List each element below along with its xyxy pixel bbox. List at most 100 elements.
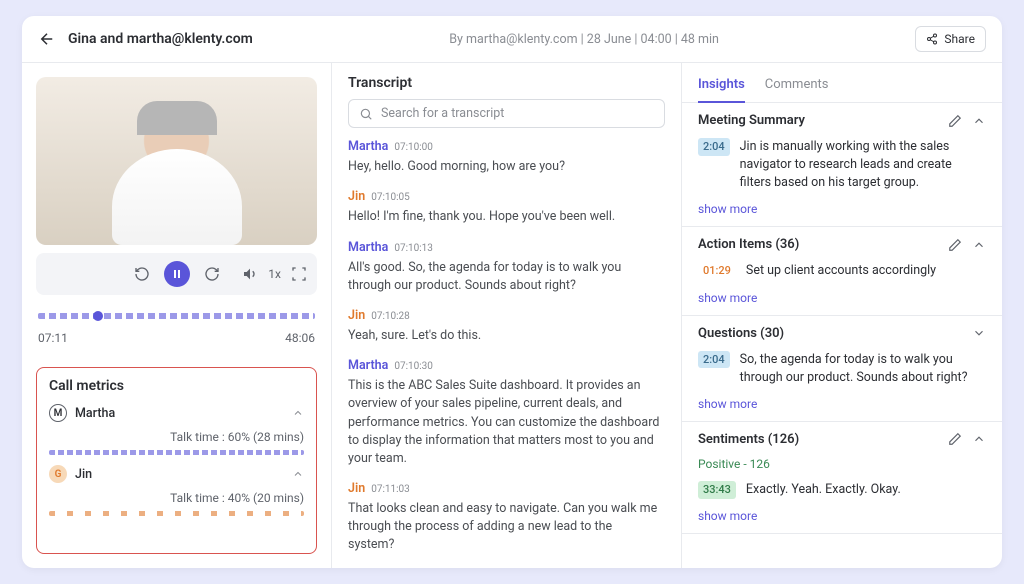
turn-text: This is the ABC Sales Suite dashboard. I… xyxy=(348,377,661,468)
turn-text: That looks clean and easy to navigate. C… xyxy=(348,500,661,554)
search-icon xyxy=(359,107,373,121)
tab-insights[interactable]: Insights xyxy=(698,71,745,102)
tab-comments[interactable]: Comments xyxy=(765,71,829,102)
section-title: Questions (30) xyxy=(698,326,784,341)
video-panel: 1x 07:11 48:06 xyxy=(22,63,331,353)
pause-icon xyxy=(171,268,183,280)
insight-item[interactable]: 2:04 So, the agenda for today is to walk … xyxy=(698,351,986,387)
page-title: Gina and martha@klenty.com xyxy=(68,31,253,47)
turn-text: Hello! I'm fine, thank you. Hope you've … xyxy=(348,208,661,226)
speaker-row[interactable]: G Jin xyxy=(49,465,304,483)
timestamp-chip[interactable]: 2:04 xyxy=(698,351,730,369)
timestamp-chip[interactable]: 33:43 xyxy=(698,481,736,499)
speaker-name: Martha xyxy=(75,406,115,421)
time-current: 07:11 xyxy=(38,331,68,345)
turn-speaker: Jin xyxy=(348,307,365,325)
section-header[interactable]: Meeting Summary xyxy=(698,113,986,128)
show-more-link[interactable]: show more xyxy=(698,397,986,411)
volume-icon[interactable] xyxy=(242,266,258,282)
talk-time-label: Talk time : 40% (20 mins) xyxy=(49,491,304,505)
insight-sections[interactable]: Meeting Summary 2:04 Jin is manually work… xyxy=(682,103,1002,568)
page-meta: By martha@klenty.com | 28 June | 04:00 |… xyxy=(265,32,904,47)
share-button[interactable]: Share xyxy=(915,26,986,52)
show-more-link[interactable]: show more xyxy=(698,291,986,305)
speaker-row[interactable]: M Martha xyxy=(49,404,304,422)
turn-text: Yeah, sure. Let's do this. xyxy=(348,327,661,345)
playback-controls: 1x xyxy=(36,253,317,295)
turn-timestamp: 07:10:30 xyxy=(394,360,433,375)
forward-icon[interactable] xyxy=(204,266,220,282)
app-card: Gina and martha@klenty.com By martha@kle… xyxy=(22,16,1002,568)
transcript-turn[interactable]: Jin 07:11:03 That looks clean and easy to … xyxy=(348,480,661,555)
transcript-turn[interactable]: Martha 07:10:00 Hey, hello. Good morning, … xyxy=(348,138,661,176)
insight-section: Sentiments (126) Positive - 126 33:43 Exac… xyxy=(682,422,1002,534)
turn-timestamp: 07:10:05 xyxy=(371,191,410,206)
turn-timestamp: 07:10:28 xyxy=(371,310,410,325)
show-more-link[interactable]: show more xyxy=(698,509,986,523)
share-icon xyxy=(926,33,938,45)
play-pause-button[interactable] xyxy=(164,261,190,287)
avatar: M xyxy=(49,404,67,422)
insight-text: So, the agenda for today is to walk you … xyxy=(740,351,986,387)
section-header[interactable]: Questions (30) xyxy=(698,326,986,341)
transcript-turn[interactable]: Jin 07:10:05 Hello! I'm fine, thank you. H… xyxy=(348,188,661,226)
rewind-icon[interactable] xyxy=(134,266,150,282)
avatar: G xyxy=(49,465,67,483)
turn-timestamp: 07:10:00 xyxy=(394,141,433,156)
talk-time-label: Talk time : 60% (28 mins) xyxy=(49,430,304,444)
transcript-title: Transcript xyxy=(348,75,665,91)
turn-speaker: Martha xyxy=(348,239,388,257)
right-tabs: Insights Comments xyxy=(682,63,1002,103)
show-more-link[interactable]: show more xyxy=(698,202,986,216)
edit-icon[interactable] xyxy=(948,432,962,446)
chevron-up-icon[interactable] xyxy=(292,407,304,419)
sentiment-sub: Positive - 126 xyxy=(698,457,986,471)
speaker-waveform xyxy=(49,450,304,455)
transcript-search-input[interactable]: Search for a transcript xyxy=(348,99,665,128)
transcript-turn[interactable]: Jin 07:10:28 Yeah, sure. Let's do this. xyxy=(348,307,661,345)
insight-section: Action Items (36) 01:29 Set up client acc… xyxy=(682,227,1002,315)
video-thumbnail[interactable] xyxy=(36,77,317,245)
turn-speaker: Jin xyxy=(348,188,365,206)
turn-speaker: Jin xyxy=(348,480,365,498)
chevron-up-icon[interactable] xyxy=(972,114,986,128)
chevron-up-icon[interactable] xyxy=(972,238,986,252)
transcript-list[interactable]: Martha 07:10:00 Hey, hello. Good morning, … xyxy=(348,138,665,564)
fullscreen-icon[interactable] xyxy=(291,266,307,282)
turn-speaker: Martha xyxy=(348,357,388,375)
metrics-title: Call metrics xyxy=(49,378,304,394)
insight-item[interactable]: 2:04 Jin is manually working with the sal… xyxy=(698,138,986,192)
speaker-waveform xyxy=(49,511,304,516)
section-title: Action Items (36) xyxy=(698,237,799,252)
insight-item[interactable]: 01:29 Set up client accounts accordingly xyxy=(698,262,986,280)
turn-text: All's good. So, the agenda for today is … xyxy=(348,259,661,295)
transcript-turn[interactable]: Martha 07:10:30 This is the ABC Sales Suit… xyxy=(348,357,661,468)
timeline[interactable]: 07:11 48:06 xyxy=(36,313,317,345)
back-arrow-icon[interactable] xyxy=(38,30,56,48)
section-title: Sentiments (126) xyxy=(698,432,799,447)
turn-timestamp: 07:11:03 xyxy=(371,483,410,498)
edit-icon[interactable] xyxy=(948,238,962,252)
chevron-up-icon[interactable] xyxy=(292,468,304,480)
insight-item[interactable]: 33:43 Exactly. Yeah. Exactly. Okay. xyxy=(698,481,986,499)
header: Gina and martha@klenty.com By martha@kle… xyxy=(22,16,1002,63)
speed-label[interactable]: 1x xyxy=(268,267,281,281)
turn-speaker: Martha xyxy=(348,138,388,156)
insight-text: Set up client accounts accordingly xyxy=(746,262,936,280)
timestamp-chip[interactable]: 01:29 xyxy=(698,262,736,280)
edit-icon[interactable] xyxy=(948,114,962,128)
chevron-up-icon[interactable] xyxy=(972,432,986,446)
turn-text: Hey, hello. Good morning, how are you? xyxy=(348,158,661,176)
section-header[interactable]: Action Items (36) xyxy=(698,237,986,252)
time-total: 48:06 xyxy=(285,331,315,345)
transcript-turn[interactable]: Martha 07:10:13 All's good. So, the agenda… xyxy=(348,239,661,295)
chevron-down-icon[interactable] xyxy=(972,326,986,340)
turn-timestamp: 07:10:13 xyxy=(394,242,433,257)
insight-text: Jin is manually working with the sales n… xyxy=(740,138,986,192)
insight-section: Meeting Summary 2:04 Jin is manually work… xyxy=(682,103,1002,227)
section-header[interactable]: Sentiments (126) xyxy=(698,432,986,447)
insight-text: Exactly. Yeah. Exactly. Okay. xyxy=(746,481,901,499)
call-metrics-panel: Call metrics M Martha Talk time : 60% (2… xyxy=(36,367,317,554)
insight-section: Questions (30) 2:04 So, the agenda for to… xyxy=(682,316,1002,422)
timestamp-chip[interactable]: 2:04 xyxy=(698,138,730,156)
